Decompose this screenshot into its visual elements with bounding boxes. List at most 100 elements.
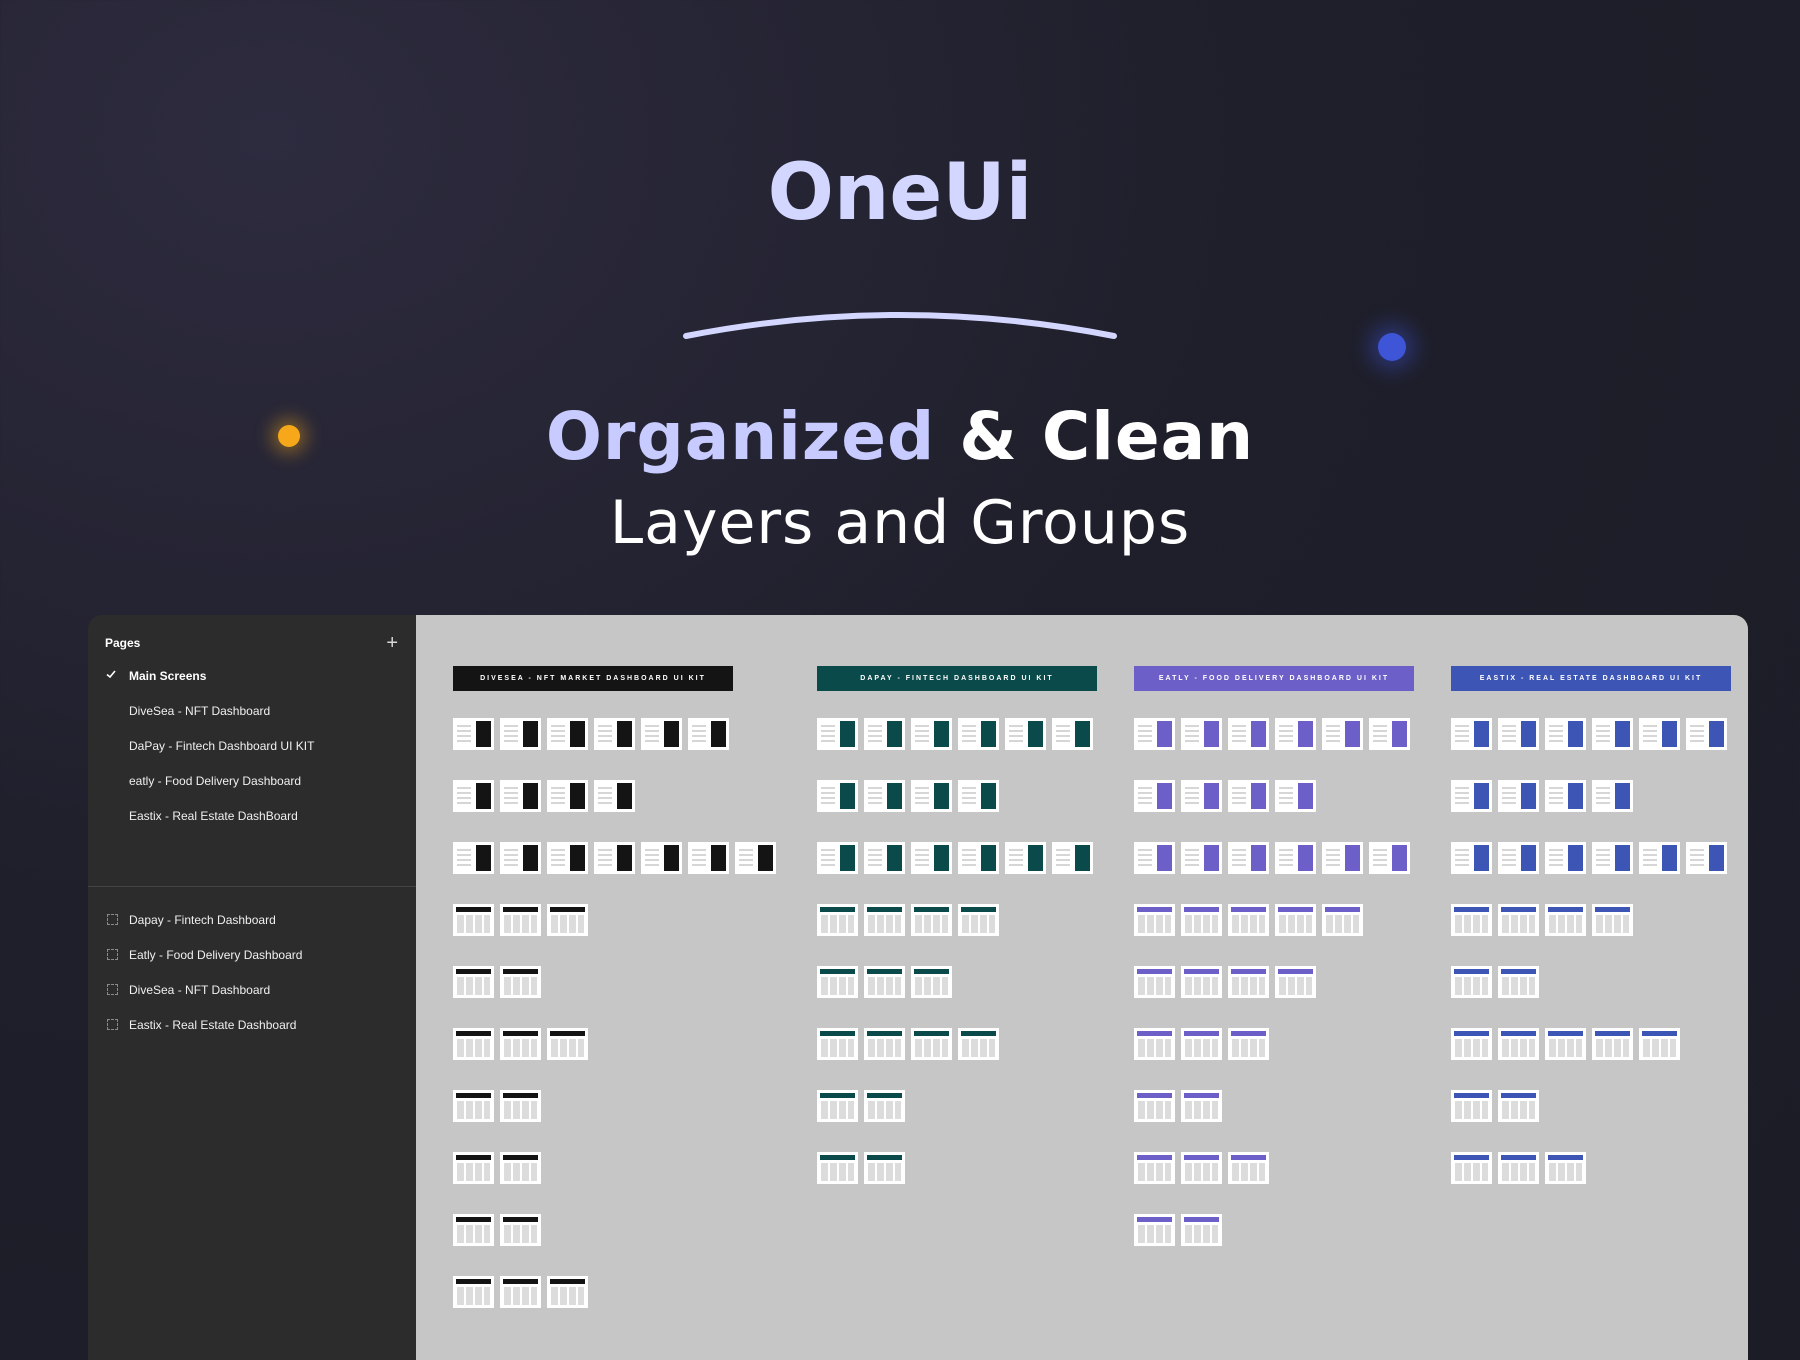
- screen-thumbnail[interactable]: [1134, 1152, 1175, 1184]
- screen-thumbnail[interactable]: [1498, 1090, 1539, 1122]
- screen-thumbnail[interactable]: [864, 966, 905, 998]
- column-banner[interactable]: DAPAY - FINTECH DASHBOARD UI KIT: [817, 666, 1097, 691]
- screen-thumbnail[interactable]: [864, 904, 905, 936]
- screen-thumbnail[interactable]: [500, 780, 541, 812]
- screen-thumbnail[interactable]: [1181, 718, 1222, 750]
- screen-thumbnail[interactable]: [1181, 966, 1222, 998]
- screen-thumbnail[interactable]: [500, 904, 541, 936]
- screen-thumbnail[interactable]: [1498, 842, 1539, 874]
- screen-thumbnail[interactable]: [1275, 966, 1316, 998]
- screen-thumbnail[interactable]: [1545, 1028, 1586, 1060]
- screen-thumbnail[interactable]: [911, 718, 952, 750]
- screen-thumbnail[interactable]: [817, 780, 858, 812]
- screen-thumbnail[interactable]: [453, 1276, 494, 1308]
- screen-thumbnail[interactable]: [1228, 842, 1269, 874]
- screen-thumbnail[interactable]: [864, 1152, 905, 1184]
- screen-thumbnail[interactable]: [453, 718, 494, 750]
- screen-thumbnail[interactable]: [1686, 718, 1727, 750]
- screen-thumbnail[interactable]: [911, 904, 952, 936]
- screen-thumbnail[interactable]: [1052, 718, 1093, 750]
- screen-thumbnail[interactable]: [1134, 966, 1175, 998]
- screen-thumbnail[interactable]: [1228, 1152, 1269, 1184]
- design-canvas[interactable]: DIVESEA - NFT MARKET DASHBOARD UI KIT DA…: [416, 615, 1748, 1360]
- screen-thumbnail[interactable]: [688, 718, 729, 750]
- screen-thumbnail[interactable]: [1181, 1028, 1222, 1060]
- screen-thumbnail[interactable]: [594, 718, 635, 750]
- screen-thumbnail[interactable]: [500, 1276, 541, 1308]
- screen-thumbnail[interactable]: [547, 718, 588, 750]
- screen-thumbnail[interactable]: [1639, 842, 1680, 874]
- screen-thumbnail[interactable]: [500, 718, 541, 750]
- screen-thumbnail[interactable]: [1592, 718, 1633, 750]
- screen-thumbnail[interactable]: [1451, 1152, 1492, 1184]
- screen-thumbnail[interactable]: [864, 780, 905, 812]
- page-item-eastix[interactable]: Eastix - Real Estate DashBoard: [88, 798, 416, 833]
- screen-thumbnail[interactable]: [1228, 780, 1269, 812]
- screen-thumbnail[interactable]: [1451, 1090, 1492, 1122]
- screen-thumbnail[interactable]: [641, 718, 682, 750]
- screen-thumbnail[interactable]: [1592, 842, 1633, 874]
- screen-thumbnail[interactable]: [1498, 1152, 1539, 1184]
- screen-thumbnail[interactable]: [1228, 904, 1269, 936]
- screen-thumbnail[interactable]: [1228, 1028, 1269, 1060]
- screen-thumbnail[interactable]: [958, 842, 999, 874]
- screen-thumbnail[interactable]: [547, 1276, 588, 1308]
- screen-thumbnail[interactable]: [500, 966, 541, 998]
- screen-thumbnail[interactable]: [1134, 904, 1175, 936]
- screen-thumbnail[interactable]: [641, 842, 682, 874]
- screen-thumbnail[interactable]: [1369, 718, 1410, 750]
- screen-thumbnail[interactable]: [547, 842, 588, 874]
- screen-thumbnail[interactable]: [817, 1152, 858, 1184]
- screen-thumbnail[interactable]: [1498, 904, 1539, 936]
- screen-thumbnail[interactable]: [453, 966, 494, 998]
- screen-thumbnail[interactable]: [1275, 780, 1316, 812]
- screen-thumbnail[interactable]: [1228, 718, 1269, 750]
- screen-thumbnail[interactable]: [817, 966, 858, 998]
- screen-thumbnail[interactable]: [1545, 1152, 1586, 1184]
- screen-thumbnail[interactable]: [453, 842, 494, 874]
- screen-thumbnail[interactable]: [1369, 842, 1410, 874]
- screen-thumbnail[interactable]: [1134, 718, 1175, 750]
- screen-thumbnail[interactable]: [688, 842, 729, 874]
- layer-item-eatly[interactable]: Eatly - Food Delivery Dashboard: [88, 937, 416, 972]
- screen-thumbnail[interactable]: [1275, 842, 1316, 874]
- screen-thumbnail[interactable]: [1451, 1028, 1492, 1060]
- screen-thumbnail[interactable]: [1592, 780, 1633, 812]
- column-banner[interactable]: EATLY - FOOD DELIVERY DASHBOARD UI KIT: [1134, 666, 1414, 691]
- screen-thumbnail[interactable]: [1052, 842, 1093, 874]
- screen-thumbnail[interactable]: [1134, 1028, 1175, 1060]
- screen-thumbnail[interactable]: [958, 904, 999, 936]
- screen-thumbnail[interactable]: [1545, 780, 1586, 812]
- screen-thumbnail[interactable]: [1545, 718, 1586, 750]
- screen-thumbnail[interactable]: [1592, 904, 1633, 936]
- screen-thumbnail[interactable]: [1592, 1028, 1633, 1060]
- screen-thumbnail[interactable]: [1498, 780, 1539, 812]
- screen-thumbnail[interactable]: [1181, 1090, 1222, 1122]
- screen-thumbnail[interactable]: [817, 718, 858, 750]
- screen-thumbnail[interactable]: [1545, 904, 1586, 936]
- screen-thumbnail[interactable]: [1639, 718, 1680, 750]
- screen-thumbnail[interactable]: [864, 1028, 905, 1060]
- screen-thumbnail[interactable]: [864, 718, 905, 750]
- page-item-main-screens[interactable]: Main Screens: [88, 658, 416, 693]
- screen-thumbnail[interactable]: [817, 904, 858, 936]
- screen-thumbnail[interactable]: [1498, 718, 1539, 750]
- screen-thumbnail[interactable]: [817, 1090, 858, 1122]
- screen-thumbnail[interactable]: [1181, 842, 1222, 874]
- screen-thumbnail[interactable]: [1134, 1090, 1175, 1122]
- screen-thumbnail[interactable]: [1498, 1028, 1539, 1060]
- screen-thumbnail[interactable]: [1005, 842, 1046, 874]
- screen-thumbnail[interactable]: [1545, 842, 1586, 874]
- screen-thumbnail[interactable]: [1005, 718, 1046, 750]
- screen-thumbnail[interactable]: [500, 1028, 541, 1060]
- screen-thumbnail[interactable]: [1181, 1214, 1222, 1246]
- layer-item-eastix[interactable]: Eastix - Real Estate Dashboard: [88, 1007, 416, 1042]
- screen-thumbnail[interactable]: [911, 842, 952, 874]
- screen-thumbnail[interactable]: [1451, 718, 1492, 750]
- layer-item-divesea[interactable]: DiveSea - NFT Dashboard: [88, 972, 416, 1007]
- screen-thumbnail[interactable]: [1134, 842, 1175, 874]
- screen-thumbnail[interactable]: [958, 718, 999, 750]
- screen-thumbnail[interactable]: [500, 1090, 541, 1122]
- screen-thumbnail[interactable]: [1322, 904, 1363, 936]
- screen-thumbnail[interactable]: [1181, 1152, 1222, 1184]
